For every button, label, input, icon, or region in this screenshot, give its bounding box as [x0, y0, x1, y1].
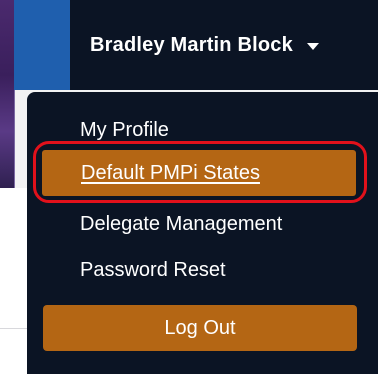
menu-item-default-pmpi-states[interactable]: Default PMPi States [42, 150, 356, 196]
logout-button[interactable]: Log Out [43, 305, 357, 351]
menu-item-my-profile[interactable]: My Profile [80, 119, 169, 142]
menu-item-default-pmpi-states-label: Default PMPi States [81, 161, 260, 184]
background-nav-segment [14, 0, 70, 90]
user-menu-toggle[interactable]: Bradley Martin Block [70, 0, 378, 90]
user-dropdown-menu: My Profile Default PMPi States Delegate … [27, 92, 378, 374]
menu-item-password-reset[interactable]: Password Reset [80, 259, 226, 282]
user-name: Bradley Martin Block [90, 33, 293, 56]
background-page-banner [0, 0, 14, 188]
screenshot-stage: Bradley Martin Block My Profile Default … [0, 0, 378, 374]
caret-down-icon [306, 42, 319, 50]
menu-item-delegate-management[interactable]: Delegate Management [80, 213, 282, 236]
background-separator [0, 328, 30, 329]
background-page-content [0, 188, 30, 374]
